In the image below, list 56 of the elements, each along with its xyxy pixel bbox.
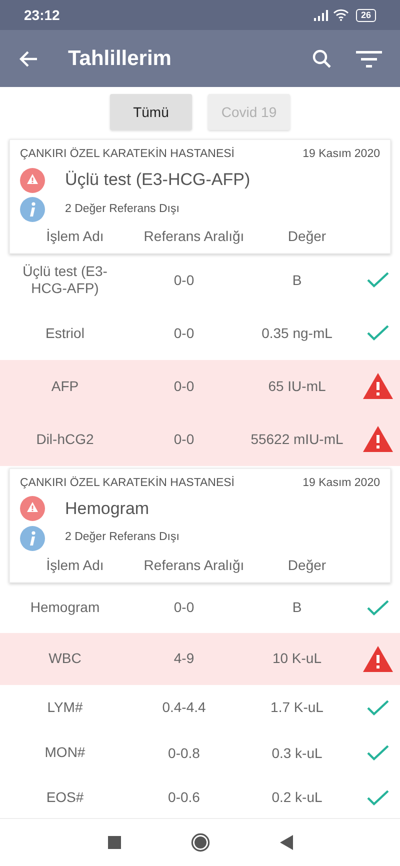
result-value: 1.7 K-uL	[270, 698, 324, 717]
out-of-range-summary: 2 Değer Referans Dışı	[65, 530, 180, 546]
test-item-name: Dil-hCG2	[35, 430, 95, 448]
reference-range: 0-0.8	[167, 744, 201, 762]
status-time: 23:12	[24, 6, 60, 24]
reference-range: 4-9	[172, 649, 196, 668]
result-date: 19 Kasım 2020	[302, 147, 380, 162]
screen-title: Tahlillerim	[68, 46, 172, 72]
column-header: Değer	[286, 556, 328, 575]
test-item-name: Hemogram	[29, 598, 101, 616]
filter-tab[interactable]: Tümü	[110, 94, 192, 130]
result-card[interactable]: ÇANKIRI ÖZEL KARATEKİN HASTANESİ 19 Kasım 2020 Üçlü test (E3-HCG-AFP) 2 Değer Referans Dışı İşlem Adı Referans Aralığı Değer	[9, 139, 391, 254]
result-value: B	[291, 598, 303, 617]
column-header: Referans Aralığı	[142, 226, 246, 246]
test-item-name: WBC	[48, 650, 82, 668]
back-nav-button[interactable]	[280, 835, 292, 850]
column-header: Değer	[286, 226, 328, 246]
test-name: Üçlü test (E3-HCG-AFP)	[65, 169, 250, 192]
test-item-name: LYM#	[46, 698, 84, 716]
result-date: 19 Kasım 2020	[302, 476, 380, 491]
column-header: İşlem Adı	[45, 226, 105, 246]
reference-range: 0-0	[172, 430, 196, 449]
reference-range: 0-0	[172, 376, 196, 396]
test-name: Hemogram	[65, 498, 150, 520]
result-value: 0.3 k-uL	[270, 744, 324, 762]
column-header: İşlem Adı	[45, 556, 105, 575]
battery-indicator: 26	[356, 8, 376, 22]
test-item-name: AFP	[50, 378, 80, 395]
reference-range: 0-0.6	[167, 788, 201, 807]
result-value: 0.35 ng-mL	[260, 324, 334, 343]
warning-icon	[20, 496, 45, 522]
wifi-icon	[332, 9, 349, 21]
reference-range: 0-0	[172, 324, 196, 343]
column-header: Referans Aralığı	[142, 556, 246, 575]
hospital-name: ÇANKIRI ÖZEL KARATEKİN HASTANESİ	[20, 146, 234, 162]
result-value: 55622 mIU-mL	[250, 430, 344, 449]
result-value: 0.2 k-uL	[270, 788, 324, 807]
test-item-name: Estriol	[44, 324, 86, 342]
result-value: 65 IU-mL	[267, 376, 327, 396]
reference-range: 0-0	[172, 270, 196, 290]
info-icon	[20, 526, 45, 550]
out-of-range-summary: 2 Değer Referans Dışı	[65, 202, 180, 217]
test-item-name: Üçlü test (E3-HCG-AFP)	[22, 262, 108, 298]
result-card[interactable]: ÇANKIRI ÖZEL KARATEKİN HASTANESİ 19 Kasım 2020 Hemogram 2 Değer Referans Dışı İşlem Adı Referans Aralığı Değer	[9, 468, 391, 582]
home-button[interactable]	[190, 833, 210, 852]
signal-icon	[314, 10, 329, 20]
warning-icon	[20, 168, 45, 192]
info-icon	[20, 196, 45, 222]
recent-apps-button[interactable]	[108, 836, 120, 849]
result-value: B	[291, 270, 303, 290]
reference-range: 0-0	[172, 598, 196, 617]
hospital-name: ÇANKIRI ÖZEL KARATEKİN HASTANESİ	[20, 475, 234, 491]
test-item-name: EOS#	[45, 788, 85, 806]
result-value: 10 K-uL	[271, 649, 323, 668]
reference-range: 0.4-4.4	[161, 698, 207, 717]
test-item-name: MON#	[44, 744, 86, 762]
